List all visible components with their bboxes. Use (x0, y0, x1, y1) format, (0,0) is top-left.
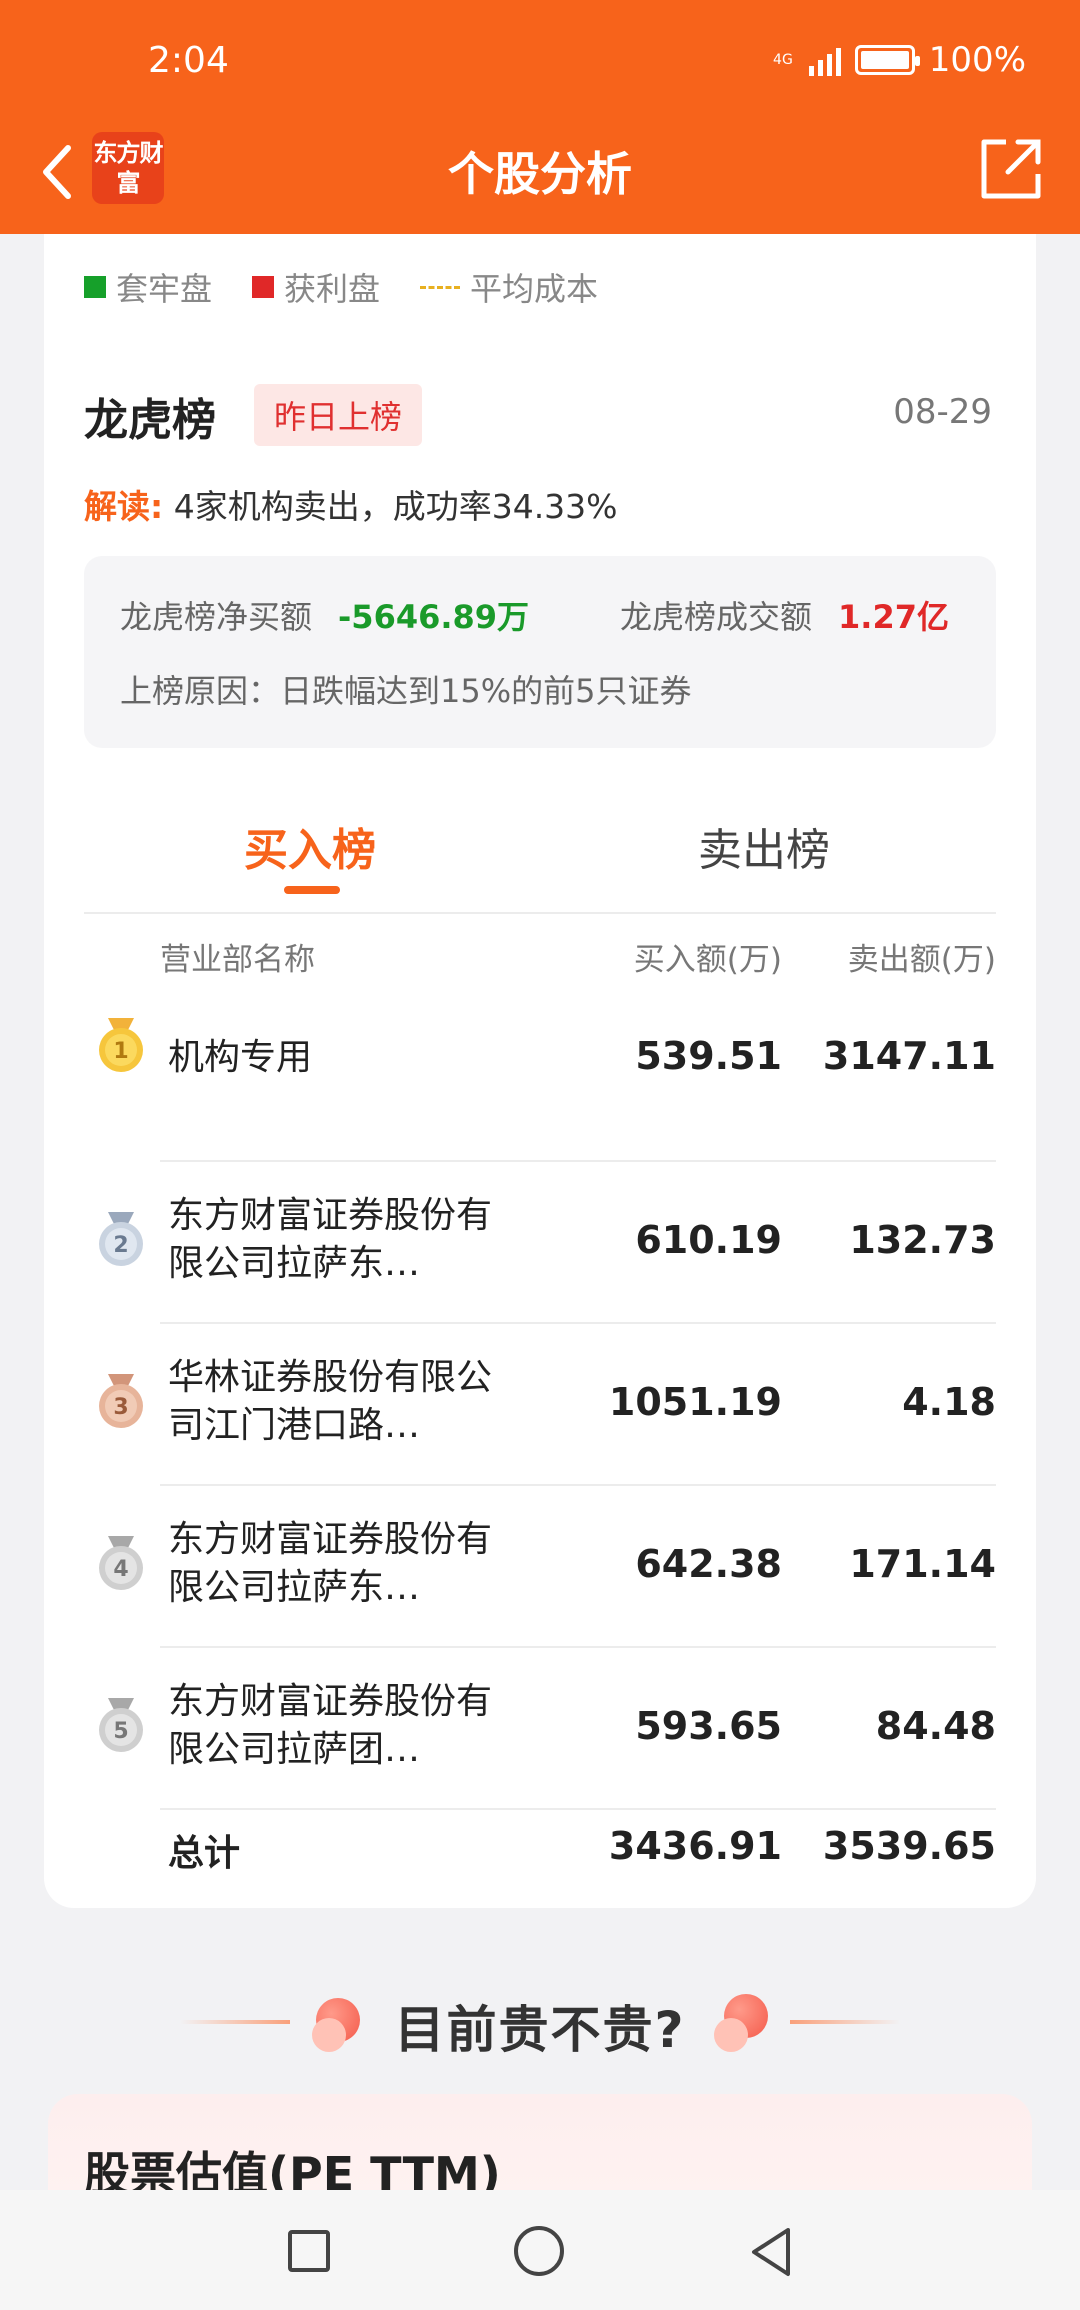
svg-text:4: 4 (113, 1557, 128, 1582)
table-row[interactable]: 2 东方财富证券股份有限公司拉萨东… 610.19 132.73 (44, 1162, 1036, 1324)
tab-divider (84, 912, 996, 914)
sell-amount: 4.18 (902, 1380, 996, 1424)
battery-percent: 100% (928, 40, 1026, 80)
branch-name: 机构专用 (168, 1037, 313, 1078)
sell-amount: 3147.11 (822, 1034, 996, 1078)
header-branch-name: 营业部名称 (160, 942, 315, 978)
net-buy-value: -5646.89万 (338, 598, 530, 636)
total-label: 总计 (168, 1833, 241, 1874)
svg-text:3: 3 (113, 1395, 128, 1420)
bronze-medal-icon: 3 (99, 1374, 143, 1428)
buy-amount: 610.19 (635, 1218, 782, 1262)
branch-name: 东方财富证券股份有限公司拉萨东… (168, 1519, 493, 1608)
header-sell-amount: 卖出额(万) (847, 942, 996, 978)
legend-item-profit: 获利盘 (252, 264, 380, 310)
back-icon[interactable] (744, 2224, 800, 2280)
table-row[interactable]: 1 机构专用 539.51 3147.11 (44, 1000, 1036, 1162)
interpretation-label: 解读: (84, 487, 164, 526)
net-buy-row: 龙虎榜净买额 -5646.89万 (120, 598, 530, 636)
decor-dot-icon (714, 2018, 748, 2052)
gold-medal-icon: 1 (99, 1018, 143, 1072)
section-line-right (790, 2020, 900, 2024)
listing-reason: 上榜原因：日跌幅达到15%的前5只证券 (120, 672, 692, 710)
svg-text:5: 5 (113, 1719, 128, 1744)
table-row[interactable]: 3 华林证券股份有限公司江门港口路… 1051.19 4.18 (44, 1324, 1036, 1486)
total-buy-amount: 3436.91 (608, 1824, 782, 1868)
active-tab-indicator (284, 886, 340, 894)
recents-icon[interactable] (288, 2230, 330, 2272)
signal-icon (808, 44, 841, 76)
sell-amount: 84.48 (875, 1704, 996, 1748)
section-header: 目前贵不贵? (0, 1990, 1080, 2062)
system-nav-bar (0, 2190, 1080, 2310)
tab-buy-list[interactable]: 买入榜 (244, 814, 376, 878)
page-title: 个股分析 (448, 147, 632, 201)
buy-amount: 1051.19 (608, 1380, 782, 1424)
silver-medal-icon: 2 (99, 1212, 143, 1266)
buy-amount: 593.65 (635, 1704, 782, 1748)
turnover-value: 1.27亿 (838, 598, 949, 636)
branch-name: 东方财富证券股份有限公司拉萨东… (168, 1195, 493, 1284)
status-bar-right: 4G 100% (773, 40, 1026, 80)
status-time: 2:04 (148, 40, 229, 81)
branch-name: 东方财富证券股份有限公司拉萨团… (168, 1681, 493, 1770)
buy-amount: 642.38 (635, 1542, 782, 1586)
sell-amount: 171.14 (849, 1542, 996, 1586)
home-icon[interactable] (514, 2226, 564, 2276)
buy-amount: 539.51 (635, 1034, 782, 1078)
lhb-summary-box: 龙虎榜净买额 -5646.89万 龙虎榜成交额 1.27亿 上榜原因：日跌幅达到15… (84, 556, 996, 748)
turnover-row: 龙虎榜成交额 1.27亿 (620, 598, 949, 636)
sell-amount: 132.73 (849, 1218, 996, 1262)
total-sell-amount: 3539.65 (822, 1824, 996, 1868)
red-square-icon (252, 276, 275, 298)
rank-5-medal-icon: 5 (99, 1698, 143, 1752)
svg-text:1: 1 (113, 1039, 128, 1064)
row-divider (160, 1808, 996, 1810)
listed-yesterday-badge: 昨日上榜 (254, 384, 423, 446)
interpretation-text: 4家机构卖出，成功率34.33% (173, 487, 618, 526)
section-title: 目前贵不贵? (394, 2001, 686, 2059)
network-type: 4G (773, 52, 793, 68)
table-row[interactable]: 4 东方财富证券股份有限公司拉萨东… 642.38 171.14 (44, 1486, 1036, 1648)
tab-sell-list[interactable]: 卖出榜 (698, 814, 830, 878)
legend-item-avg-cost: 平均成本 (420, 264, 598, 310)
dashed-line-icon (420, 285, 461, 289)
lhb-date: 08-29 (893, 392, 992, 432)
header-buy-amount: 买入额(万) (633, 942, 782, 978)
battery-icon (854, 45, 920, 75)
table-row[interactable]: 5 东方财富证券股份有限公司拉萨团… 593.65 84.48 (44, 1648, 1036, 1810)
interpretation: 解读: 4家机构卖出，成功率34.33% (84, 480, 618, 528)
legend-item-trapped: 套牢盘 (84, 264, 212, 310)
share-icon[interactable] (976, 134, 1046, 204)
top-bar: 2:04 4G 100% 东方财富 个股分析 (0, 0, 1080, 234)
chip-legend: 套牢盘 获利盘 平均成本 (84, 264, 598, 310)
rank-4-medal-icon: 4 (99, 1536, 143, 1590)
lhb-title: 龙虎榜 (84, 395, 216, 446)
svg-text:2: 2 (113, 1233, 128, 1258)
green-square-icon (84, 276, 106, 298)
branch-name: 华林证券股份有限公司江门港口路… (168, 1357, 493, 1446)
lhb-card: 套牢盘 获利盘 平均成本 龙虎榜 昨日上榜 08-29 解读: 4家机构卖出，成… (44, 234, 1036, 1908)
